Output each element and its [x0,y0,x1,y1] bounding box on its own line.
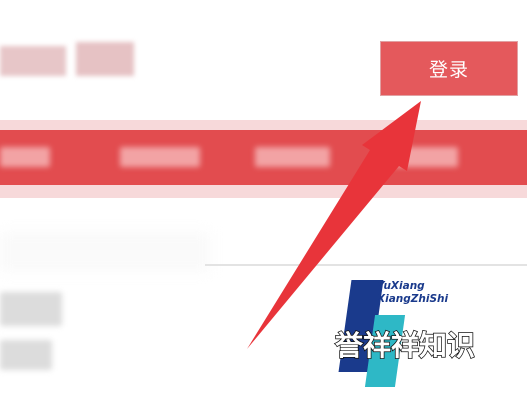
nav-item-blurred[interactable] [255,147,330,167]
nav-bar [0,130,527,185]
nav-item-blurred[interactable] [0,147,50,167]
login-button[interactable]: 登录 [380,41,518,96]
site-title-blurred [0,40,135,85]
brand-logo-icon: YuXiang XiangZhiShi 誉祥祥知识 [334,280,510,390]
content-fade [0,232,210,272]
logo-english-line1: YuXiang [377,280,425,292]
nav-item-blurred[interactable] [393,147,458,167]
logo-english-text: YuXiang XiangZhiShi [377,280,448,306]
logo-english-line2: XiangZhiShi [377,293,449,305]
logo-chinese-text: 誉祥祥知识 [334,328,476,363]
list-item-blurred[interactable] [0,292,62,326]
divider [205,264,527,266]
list-item-blurred[interactable] [0,340,52,370]
nav-item-blurred[interactable] [120,147,200,167]
